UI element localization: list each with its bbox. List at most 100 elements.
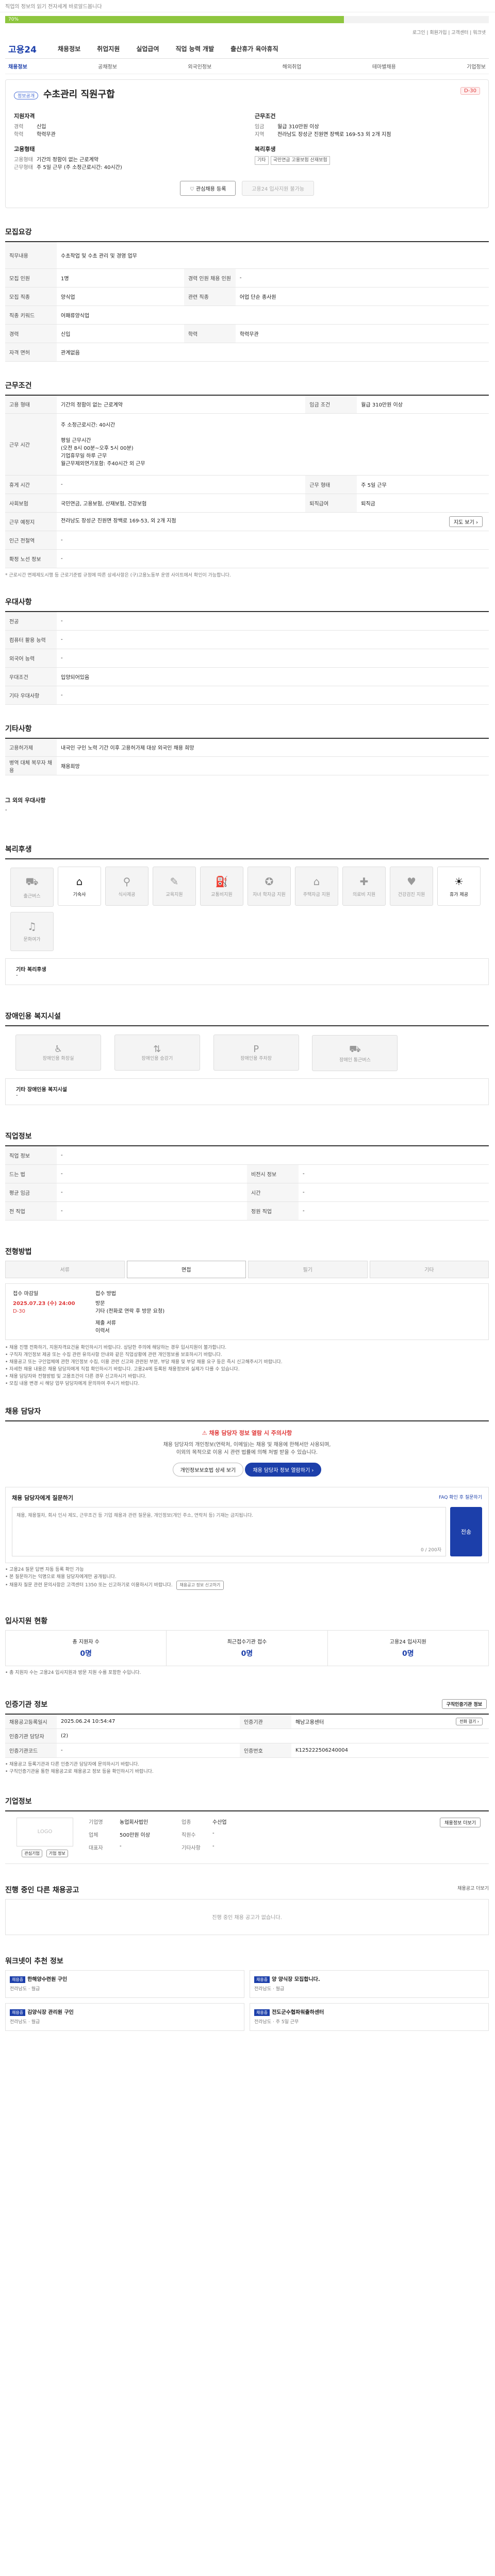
bookmark-button[interactable]: ♡ 관심채용 등록 — [179, 181, 236, 196]
welfare-tile: ✎ 교육지원 — [153, 867, 196, 906]
method-block: 접수 방법 방문 기타 (전화로 연락 후 방문 요청) 제출 서류 이력서 — [95, 1289, 164, 1334]
contact-notes: • 고용24 질문 답변 자동 등록 확인 가능 • 본 질문하기는 익명으로 … — [5, 1566, 489, 1590]
public-badge: 정보공개 — [14, 92, 39, 99]
favorite-company-button[interactable]: 관심기업 — [22, 1849, 42, 1857]
warning-body: 채용 담당자의 개인정보(연락처, 이메일)는 채용 및 채용에 한해서만 사용… — [163, 1442, 331, 1455]
cell-value: - — [57, 686, 489, 705]
send-button[interactable]: 전송 — [450, 1506, 482, 1556]
sub-nav-item[interactable]: 채용정보 — [8, 62, 27, 70]
cell-value: - — [299, 1164, 489, 1183]
menu-benefit[interactable]: 실업급여 — [136, 44, 159, 53]
kv-value: 기간의 정함이 없는 근로계약 — [37, 157, 98, 163]
faq-link[interactable]: FAQ 확인 후 질문하기 — [439, 1494, 482, 1500]
progress-fill: 70% — [5, 16, 344, 23]
transport-icon: ⛽ — [215, 875, 228, 888]
cell-value: 전라남도 장성군 진원면 장백로 169-53, 외 2개 지점 지도 보기 › — [57, 512, 489, 531]
recommend-card[interactable]: 채용중 김양식장 관리원 구인 전라남도 · 월급 — [5, 2003, 244, 2031]
section-company: 기업정보 LOGO 관심기업 기업 정보 기업명 농업회사법인 업종 수산업 업체 500… — [5, 1796, 489, 1864]
cell-key: 근무 예정지 — [5, 512, 57, 531]
cell-value: - — [57, 1743, 240, 1758]
question-box: 채용 담당자에게 질문하기 FAQ 확인 후 질문하기 0 / 200자 전송 — [5, 1486, 489, 1563]
note-line: • 채용공고 또는 구인업체에 관한 개인정보 수집, 이용 관련 신고와 관련… — [5, 1359, 283, 1365]
cell-key: 직종 키워드 — [5, 306, 57, 325]
bus-icon: ⛟ — [25, 875, 39, 888]
menu-jobs[interactable]: 채용정보 — [58, 44, 80, 53]
cell-key: 확정 노선 정보 — [5, 549, 57, 568]
menu-support[interactable]: 취업지원 — [97, 44, 120, 53]
kv-key: 임금 — [255, 124, 265, 130]
summary-heading: 고용형태 — [14, 146, 35, 152]
section-title: 우대사항 — [5, 598, 32, 606]
site-logo[interactable]: 고용24 — [8, 42, 58, 55]
recommend-card[interactable]: 채용중 전도군수협파워출하센터 전라남도 · 주 5일 근무 — [250, 2003, 489, 2031]
menu-leave[interactable]: 출산휴가 육아휴직 — [230, 44, 278, 53]
cell-value: 관계없음 — [57, 343, 489, 362]
recommend-card[interactable]: 채용중 양 양식장 모집합니다. 전라남도 · 월급 — [250, 1970, 489, 1998]
field-value: 농업회사법인 — [120, 1819, 148, 1825]
sub-nav-item[interactable]: 공채정보 — [98, 62, 117, 70]
sub-nav-item[interactable]: 외국인정보 — [188, 62, 211, 70]
field-value: - — [212, 1843, 214, 1849]
welfare-label: 자녀 학자금 지원 — [253, 892, 286, 897]
sub-nav: 채용정보 공채정보 외국인정보 해외취업 테마별채용 기업정보 — [5, 59, 489, 74]
card-sub: 전라남도 · 월급 — [10, 1986, 40, 1992]
card-title: 전도군수협파워출하센터 — [272, 2009, 324, 2015]
company-box: LOGO 관심기업 기업 정보 기업명 농업회사법인 업종 수산업 업체 500만원 이상… — [5, 1810, 489, 1864]
section-apply: 입사지원 현황 총 지원자 수 0명 최근접수기관 접수 0명 고용24 입사지원 0… — [5, 1616, 489, 1676]
privacy-law-button[interactable]: 개인정보보호법 상세 보기 — [172, 1462, 244, 1477]
cell-value: - — [57, 1183, 247, 1202]
card-label: 채용중 — [254, 1976, 270, 1983]
cell-value: 양식업 — [57, 287, 184, 306]
company-detail-button[interactable]: 기업 정보 — [46, 1849, 68, 1857]
welfare-tiles: ⛟ 출근버스 ⌂ 기숙사 ⚲ 식사제공 ✎ 교육지원 ⛽ 교통비지원 ✪ 자녀 학자금 지원 ⌂ 주택자금… — [5, 858, 489, 958]
summary-employment: 고용형태 고용형태 기간의 정함이 없는 근로계약 근무형태 주 5일 근무 (주 … — [14, 145, 239, 172]
note-text: • 채용자 질문 관련 문의사항은 고객센터 1350 또는 신고하기로 이용하… — [5, 1582, 173, 1588]
card-title: 김양식장 관리원 구인 — [27, 2009, 74, 2015]
field-key: 업종 — [182, 1819, 191, 1825]
deadline-value: 2025.07.23 (수) 24:00 — [13, 1300, 75, 1307]
cell-key: 인증기관 담당자 — [5, 1728, 57, 1743]
more-jobs-link[interactable]: 채용공고 더보기 — [457, 1885, 489, 1891]
cell-key: 고용허가제 — [5, 738, 57, 757]
elevator-icon: ⇅ — [153, 1043, 161, 1055]
kv-value: 신입 — [37, 124, 46, 130]
cell-key: 직무내용 — [5, 242, 57, 269]
copy-agency-button[interactable]: 구직인증기관 정보 — [441, 1699, 487, 1709]
summary-qualification: 지원자격 경력 신입 학력 학력무관 — [14, 112, 239, 139]
cell-value: 기간의 정함이 없는 근로계약 — [57, 395, 306, 414]
cell-key: 휴게 시간 — [5, 475, 57, 494]
vacation-icon: ☀ — [454, 875, 464, 888]
cell-key: 임금 조건 — [305, 395, 357, 414]
call-button[interactable]: 전화 걸기 › — [456, 1717, 483, 1725]
cell-value: - — [57, 1201, 247, 1221]
empty-message: 진행 중인 채용 공고가 없습니다. — [5, 1899, 489, 1935]
cell-key: 모집 인원 — [5, 268, 57, 287]
report-button[interactable]: 채용공고 정보 신고하기 — [176, 1580, 224, 1590]
process-notes: • 채용 진행 전화하기, 지원자격요건을 확인하시기 바랍니다. 상담한 주의… — [5, 1344, 489, 1387]
facility-tile: ♿ 장애인용 화장실 — [15, 1034, 101, 1071]
sub-nav-item[interactable]: 테마별채용 — [372, 62, 396, 70]
sub-nav-item[interactable]: 기업정보 — [467, 62, 486, 70]
view-contact-button[interactable]: 채용 담당자 정보 열람하기 › — [245, 1462, 322, 1477]
section-title: 워크넷이 추천 정보 — [5, 1957, 63, 1965]
cell-key: 평균 임금 — [5, 1183, 57, 1202]
facility-tile: P 장애인용 주차장 — [213, 1034, 299, 1071]
section-etc: 기타사항 고용허가제 내국인 구인 노력 기간 이후 고용허가제 대상 외국인 채… — [5, 723, 489, 813]
question-input[interactable] — [16, 1511, 441, 1546]
recommend-card[interactable]: 채용중 한해양수련원 구인 전라남도 · 월급 — [5, 1970, 244, 1998]
menu-training[interactable]: 직업 능력 개발 — [176, 44, 214, 53]
sub-nav-item[interactable]: 해외취업 — [283, 62, 302, 70]
cell-key: 사회보험 — [5, 494, 57, 513]
skip-link[interactable]: 직업의 정보의 읽기 전자세계 바로알드봅니다 — [0, 0, 495, 12]
section-title: 채용 담당자 — [5, 1407, 41, 1416]
welfare-tile: ♫ 문화여가 — [10, 911, 54, 951]
map-button[interactable]: 지도 보기 › — [449, 516, 483, 527]
jobinfo-table: 직업 정보 - 드는 법 - 비전시 정보 - 평균 임금 - 시간 - 전 직업 - 정원 직업… — [5, 1145, 489, 1221]
welfare-tile: ⛟ 출근버스 — [10, 867, 54, 907]
note-line: • 고용24 질문 답변 자동 등록 확인 가능 — [5, 1567, 84, 1572]
bus-icon: ⛟ — [349, 1043, 361, 1055]
utility-links[interactable]: 로그인 | 회원가입 | 고객센터 | 워크넷 — [5, 27, 489, 39]
section-agency: 인증기관 정보 구직인증기관 정보 채용공고등록일시 2025.06.24 10:5… — [5, 1699, 489, 1775]
company-more-button[interactable]: 채용정보 더보기 — [440, 1817, 481, 1827]
progress-area: 70% — [5, 12, 489, 27]
